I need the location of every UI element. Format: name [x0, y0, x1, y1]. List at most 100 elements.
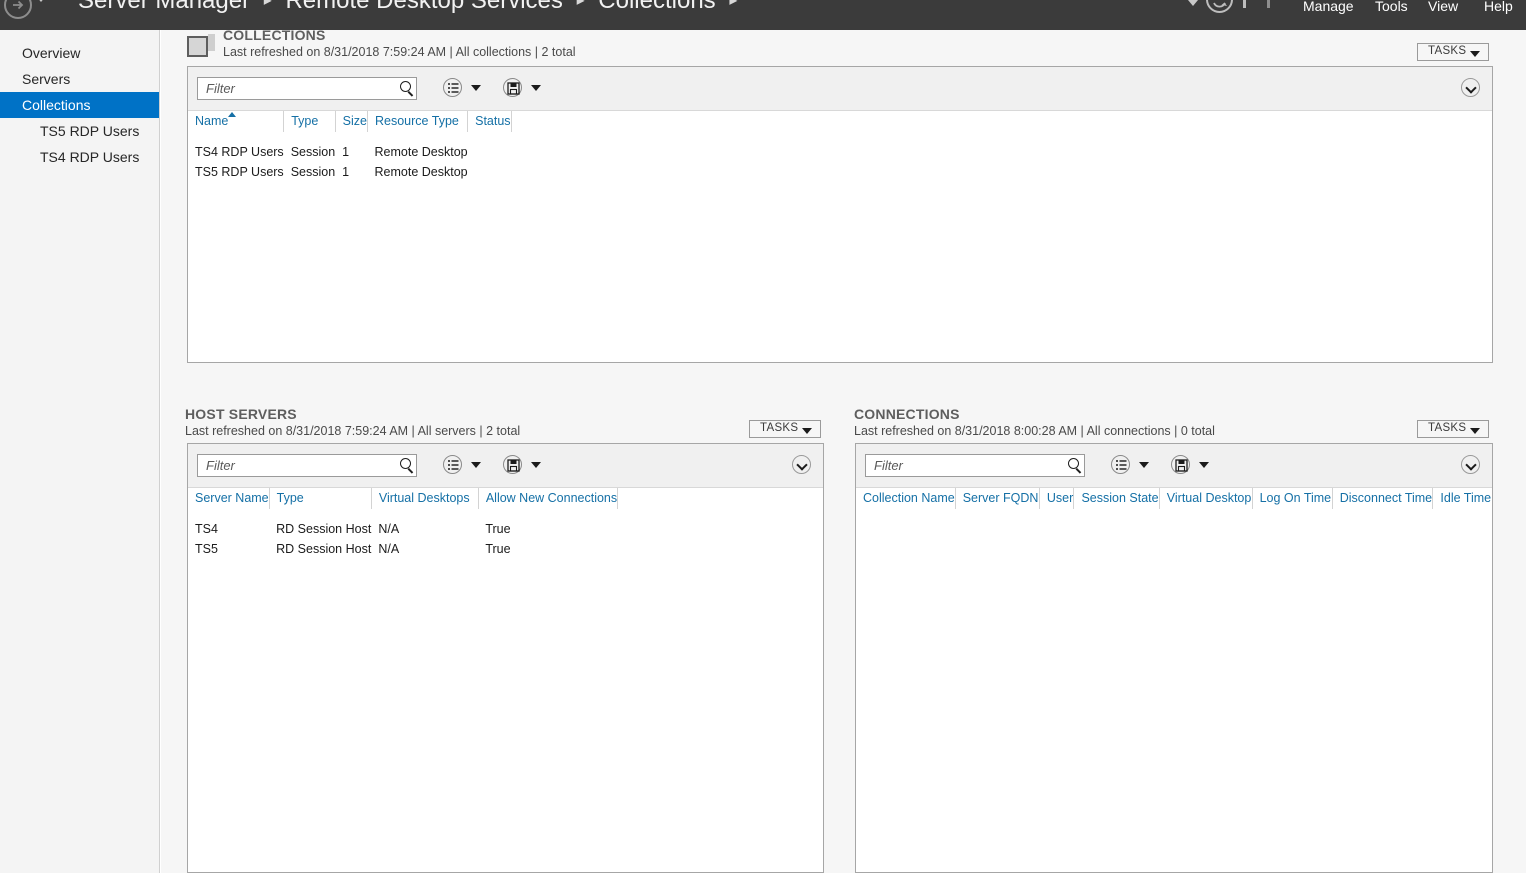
- host-servers-list-options-icon[interactable]: [443, 455, 462, 474]
- collections-grid: Name Type Size Resource Type Status TS4 …: [188, 111, 1492, 362]
- host-servers-tasks-button[interactable]: TASKS: [749, 420, 821, 438]
- collections-tasks-button[interactable]: TASKS: [1417, 43, 1489, 61]
- host-servers-list-options-caret-icon[interactable]: [471, 462, 481, 468]
- alerts-flag-icon[interactable]: [1267, 0, 1270, 8]
- host-servers-cell-type: RD Session Host: [276, 522, 372, 536]
- collections-toolbar: [188, 67, 1492, 111]
- host-servers-col-virtual-desktops[interactable]: Virtual Desktops: [371, 488, 479, 509]
- connections-collapse-icon[interactable]: [1461, 455, 1480, 474]
- refresh-icon[interactable]: [1206, 0, 1233, 13]
- collections-tasks-label: TASKS: [1428, 45, 1467, 57]
- sidebar-item-ts4-rdp-users[interactable]: TS4 RDP Users: [0, 144, 159, 170]
- connections-col-log-on-time[interactable]: Log On Time: [1252, 488, 1333, 509]
- connections-tile: Collection Name Server FQDN User Session…: [855, 443, 1493, 873]
- collections-filter-box[interactable]: [197, 77, 417, 100]
- collections-col-filler: [511, 111, 519, 132]
- table-row[interactable]: TS5 RDP Users Session 1 Remote Desktop: [188, 162, 519, 182]
- table-row[interactable]: TS4 RDP Users Session 1 Remote Desktop: [188, 142, 519, 162]
- collections-cell-size: 1: [342, 165, 350, 179]
- connections-filter-input[interactable]: [872, 455, 1057, 476]
- connections-col-idle-time[interactable]: Idle Time: [1433, 488, 1492, 509]
- collections-list-options-caret-icon[interactable]: [471, 85, 481, 91]
- connections-save-caret-icon[interactable]: [1199, 462, 1209, 468]
- header-chevron-down-icon[interactable]: [1188, 0, 1198, 6]
- host-servers-subtitle: Last refreshed on 8/31/2018 7:59:24 AM |…: [185, 424, 521, 438]
- menu-help[interactable]: Help: [1484, 0, 1513, 14]
- connections-title: CONNECTIONS: [854, 406, 960, 422]
- back-arrow-glyph: [13, 0, 24, 10]
- breadcrumb-item-collections[interactable]: Collections: [598, 0, 715, 14]
- connections-col-virtual-desktop[interactable]: Virtual Desktop: [1159, 488, 1253, 509]
- collections-col-size[interactable]: Size: [335, 111, 369, 132]
- sidebar-item-overview[interactable]: Overview: [0, 40, 159, 66]
- connections-list-options-caret-icon[interactable]: [1139, 462, 1149, 468]
- collections-header-row: Name Type Size Resource Type Status: [188, 111, 519, 132]
- save-glyph: [507, 82, 520, 95]
- connections-tasks-button[interactable]: TASKS: [1417, 420, 1489, 438]
- search-icon[interactable]: [400, 81, 411, 92]
- sidebar-item-ts5-rdp-users[interactable]: TS5 RDP Users: [0, 118, 159, 144]
- collections-collapse-icon[interactable]: [1461, 78, 1480, 97]
- host-servers-col-server-name[interactable]: Server Name: [188, 488, 270, 509]
- collections-col-resource-type[interactable]: Resource Type: [367, 111, 469, 132]
- collections-col-status[interactable]: Status: [467, 111, 512, 132]
- collections-col-name[interactable]: Name: [188, 111, 285, 132]
- collections-title: COLLECTIONS: [223, 27, 326, 43]
- connections-col-session-state[interactable]: Session State: [1073, 488, 1160, 509]
- host-servers-cell-server-name: TS5: [195, 542, 218, 556]
- collections-cell-filler: [511, 142, 519, 162]
- host-servers-filter-input[interactable]: [204, 455, 389, 476]
- breadcrumb-item-remote-desktop-services[interactable]: Remote Desktop Services: [285, 0, 562, 14]
- menu-tools[interactable]: Tools: [1375, 0, 1408, 14]
- back-arrow-icon[interactable]: [4, 0, 32, 19]
- host-servers-title: HOST SERVERS: [185, 406, 297, 422]
- host-servers-save-icon[interactable]: [503, 455, 522, 474]
- host-servers-col-filler: [618, 488, 626, 509]
- host-servers-col-type[interactable]: Type: [269, 488, 372, 509]
- chevron-down-icon[interactable]: [36, 0, 46, 2]
- breadcrumb-separator-icon: ▸: [263, 0, 272, 9]
- collections-list-options-icon[interactable]: [443, 78, 462, 97]
- menu-manage[interactable]: Manage: [1303, 0, 1354, 14]
- search-icon[interactable]: [400, 458, 411, 469]
- collections-filter-input[interactable]: [204, 78, 389, 99]
- collections-col-type[interactable]: Type: [283, 111, 336, 132]
- host-servers-toolbar: [188, 444, 823, 488]
- host-servers-filter-box[interactable]: [197, 454, 417, 477]
- collections-col-name-label: Name: [195, 114, 229, 128]
- connections-col-user[interactable]: User: [1039, 488, 1075, 509]
- connections-list-options-icon[interactable]: [1111, 455, 1130, 474]
- breadcrumb-separator-icon: ▸: [729, 0, 738, 9]
- sidebar-item-collections[interactable]: Collections: [0, 92, 159, 118]
- search-icon[interactable]: [1068, 458, 1079, 469]
- collections-save-caret-icon[interactable]: [531, 85, 541, 91]
- collections-cell-resource-type: Remote Desktop: [374, 165, 468, 179]
- host-servers-cell-allow-new-connections: True: [485, 542, 511, 556]
- menu-view[interactable]: View: [1428, 0, 1458, 14]
- host-servers-cell-virtual-desktops: N/A: [378, 542, 400, 556]
- collections-table: Name Type Size Resource Type Status TS4 …: [188, 111, 519, 182]
- connections-filter-box[interactable]: [865, 454, 1085, 477]
- connections-save-icon[interactable]: [1171, 455, 1190, 474]
- chevron-down-icon: [1470, 51, 1480, 57]
- sidebar-item-servers[interactable]: Servers: [0, 66, 159, 92]
- host-servers-save-caret-icon[interactable]: [531, 462, 541, 468]
- save-glyph: [1175, 459, 1188, 472]
- table-row[interactable]: TS4 RD Session Host N/A True: [188, 519, 625, 539]
- collections-cell-name: TS4 RDP Users: [195, 145, 284, 159]
- breadcrumb-item-server-manager[interactable]: Server Manager: [78, 0, 250, 14]
- collections-save-icon[interactable]: [503, 78, 522, 97]
- collections-cell-status: [468, 142, 511, 162]
- connections-col-server-fqdn[interactable]: Server FQDN: [955, 488, 1040, 509]
- notifications-flag-icon[interactable]: [1243, 0, 1246, 8]
- app-header: Server Manager ▸ Remote Desktop Services…: [0, 0, 1526, 30]
- main-content: COLLECTIONS Last refreshed on 8/31/2018 …: [161, 27, 1526, 873]
- sort-ascending-icon: [228, 112, 236, 117]
- host-servers-collapse-icon[interactable]: [792, 455, 811, 474]
- connections-col-collection-name[interactable]: Collection Name: [856, 488, 956, 509]
- table-row[interactable]: TS5 RD Session Host N/A True: [188, 539, 625, 559]
- host-servers-cell-filler: [618, 539, 626, 559]
- host-servers-col-allow-new-connections[interactable]: Allow New Connections: [478, 488, 619, 509]
- connections-col-disconnect-time[interactable]: Disconnect Time: [1332, 488, 1434, 509]
- host-servers-cell-filler: [618, 519, 626, 539]
